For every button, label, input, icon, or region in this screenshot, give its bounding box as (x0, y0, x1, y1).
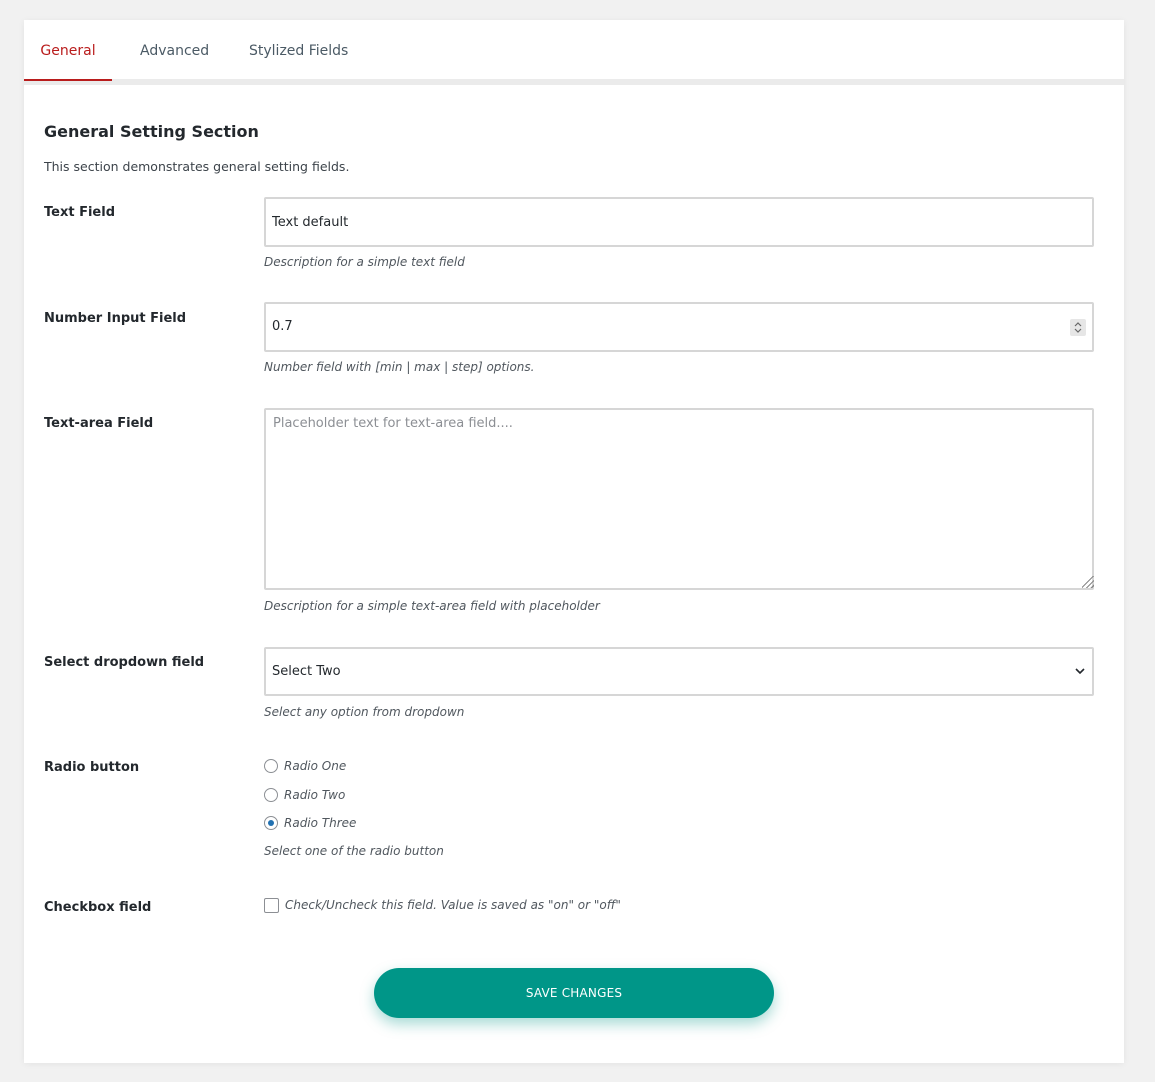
chevron-down-icon (1075, 668, 1085, 675)
checkbox-input[interactable] (264, 897, 279, 913)
number-field-label: Number Input Field (44, 311, 187, 326)
checkbox-field-label: Checkbox field (44, 900, 152, 915)
tab-general[interactable]: General (24, 20, 112, 81)
checkbox-text: Check/Uncheck this field. Value is saved… (285, 898, 621, 912)
radio-field-label: Radio button (44, 760, 140, 775)
textarea-field-description: Description for a simple text-area field… (264, 599, 600, 613)
radio-input[interactable] (264, 788, 278, 802)
radio-option-label: Radio Two (284, 788, 346, 802)
select-field-description: Select any option from dropdown (264, 705, 465, 719)
checkbox-row[interactable]: Check/Uncheck this field. Value is saved… (264, 896, 621, 914)
select-field-label: Select dropdown field (44, 655, 205, 670)
tab-stylized-fields[interactable]: Stylized Fields (249, 20, 348, 79)
save-changes-button[interactable]: SAVE CHANGES (374, 968, 774, 1018)
radio-option-label: Radio One (284, 759, 347, 773)
spinner-arrows-icon[interactable] (1070, 319, 1086, 336)
tab-advanced[interactable]: Advanced (140, 20, 209, 79)
radio-option-two[interactable]: Radio Two (264, 786, 345, 804)
radio-field-description: Select one of the radio button (264, 844, 444, 858)
radio-input[interactable] (264, 816, 278, 830)
select-dropdown[interactable]: Select Two (264, 647, 1094, 696)
resize-grip-icon[interactable] (1082, 576, 1094, 588)
settings-panel: General Advanced Stylized Fields General… (24, 20, 1124, 1063)
number-input[interactable]: 0.7 (264, 302, 1094, 352)
tab-bar: General Advanced Stylized Fields (24, 20, 1124, 85)
textarea-field-label: Text-area Field (44, 416, 154, 431)
radio-input[interactable] (264, 759, 278, 773)
section-description: This section demonstrates general settin… (44, 159, 350, 174)
text-input[interactable] (264, 197, 1094, 247)
radio-option-three[interactable]: Radio Three (264, 814, 356, 832)
radio-option-one[interactable]: Radio One (264, 757, 346, 775)
select-value: Select Two (272, 664, 341, 679)
number-input-value: 0.7 (272, 319, 293, 334)
textarea-input[interactable] (264, 408, 1094, 590)
radio-option-label: Radio Three (284, 816, 357, 830)
section-title: General Setting Section (44, 122, 259, 141)
text-field-label: Text Field (44, 205, 115, 220)
text-field-description: Description for a simple text field (264, 255, 465, 269)
number-field-description: Number field with [min | max | step] opt… (264, 360, 535, 374)
